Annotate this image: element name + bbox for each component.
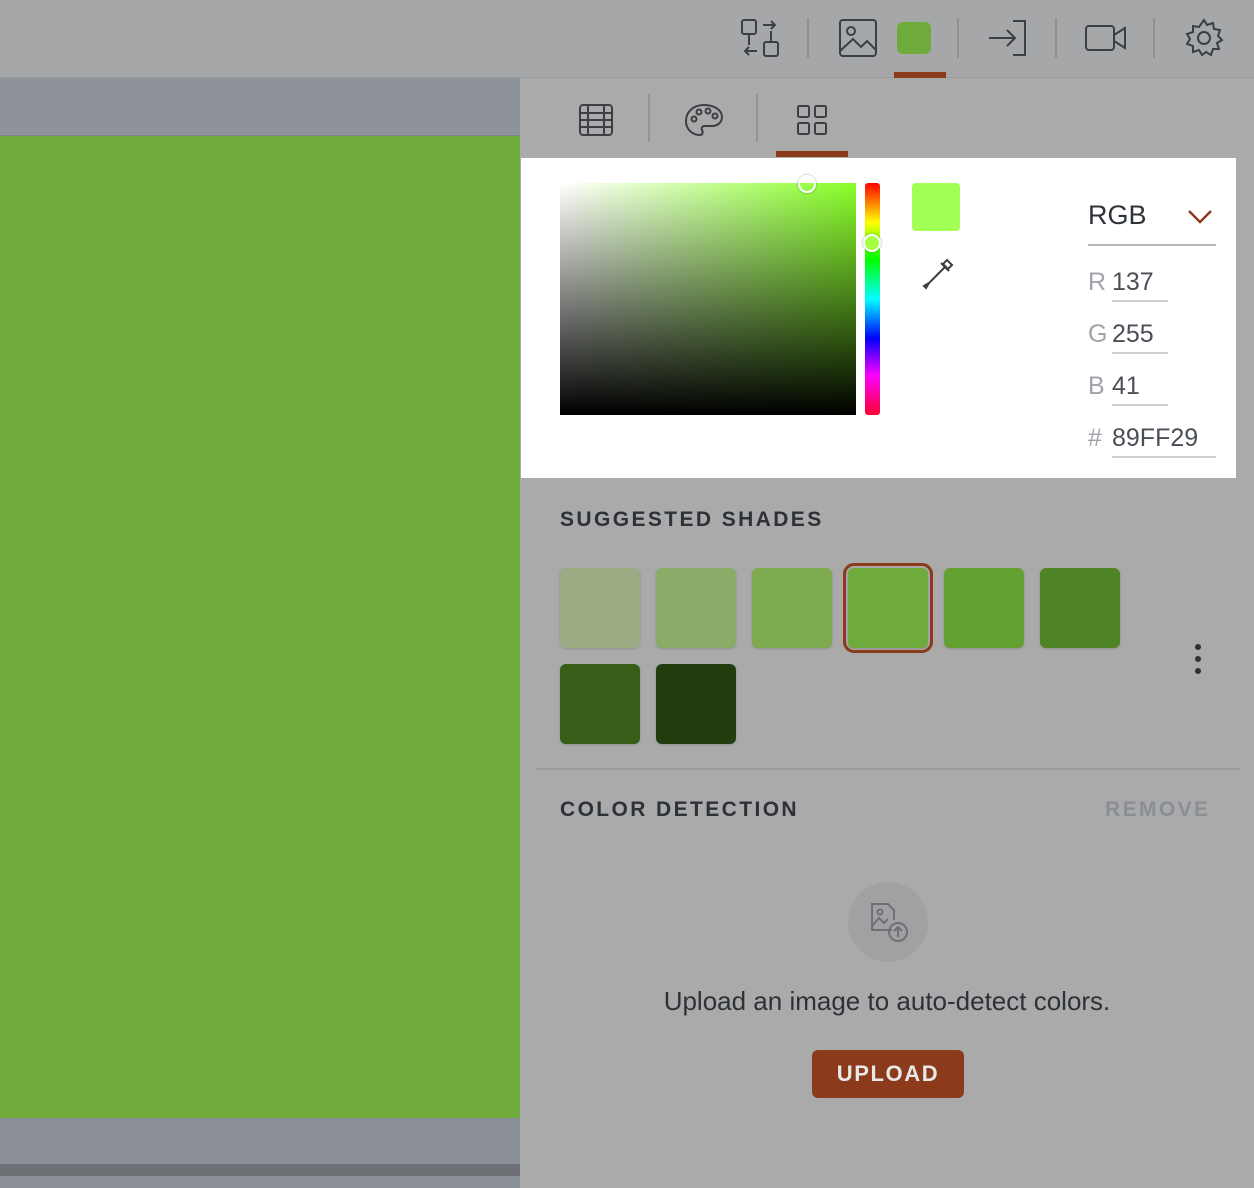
video-icon[interactable] xyxy=(1084,16,1128,60)
upload-button[interactable]: UPLOAD xyxy=(812,1050,964,1098)
blue-label: B xyxy=(1088,372,1105,400)
toolbar-divider xyxy=(1153,18,1155,58)
red-label: R xyxy=(1088,268,1107,296)
canvas-color-fill[interactable] xyxy=(0,136,520,1118)
swap-layout-icon[interactable] xyxy=(738,16,782,60)
hue-slider[interactable] xyxy=(865,183,880,415)
export-icon[interactable] xyxy=(986,16,1030,60)
canvas-area xyxy=(0,78,520,1188)
green-field[interactable]: G 255 xyxy=(1088,314,1216,354)
color-panel: RGB R 137 G 255 B 41 # 89FF29 SUGGESTED … xyxy=(520,78,1254,1188)
shade-swatch[interactable] xyxy=(843,563,933,653)
green-label: G xyxy=(1088,320,1108,348)
gear-icon[interactable] xyxy=(1182,16,1226,60)
dot-icon xyxy=(1195,644,1201,650)
blue-field[interactable]: B 41 xyxy=(1088,366,1216,406)
grid-table-icon xyxy=(579,104,613,136)
active-color-swatch[interactable] xyxy=(897,22,931,54)
color-picker: RGB R 137 G 255 B 41 # 89FF29 xyxy=(521,158,1236,478)
tab-grid[interactable] xyxy=(786,96,838,144)
green-input[interactable]: 255 xyxy=(1112,320,1168,354)
panel-tabs xyxy=(520,78,1254,158)
canvas-header xyxy=(0,78,520,136)
saturation-value-area[interactable] xyxy=(560,183,856,415)
color-mode-label: RGB xyxy=(1088,200,1147,230)
shade-swatch[interactable] xyxy=(656,664,736,744)
chevron-down-icon xyxy=(1188,210,1212,224)
tab-table[interactable] xyxy=(570,96,622,144)
grid-icon xyxy=(797,105,827,135)
section-divider xyxy=(536,768,1240,770)
red-field[interactable]: R 137 xyxy=(1088,262,1216,302)
toolbar-divider xyxy=(1055,18,1057,58)
tab-palette[interactable] xyxy=(678,96,730,144)
canvas-scrollbar[interactable] xyxy=(0,1164,520,1176)
hex-field[interactable]: # 89FF29 xyxy=(1088,418,1216,458)
red-input[interactable]: 137 xyxy=(1112,268,1168,302)
shade-swatch[interactable] xyxy=(1040,568,1120,648)
toolbar-divider xyxy=(957,18,959,58)
more-options-button[interactable] xyxy=(1188,642,1208,676)
dot-icon xyxy=(1195,668,1201,674)
hue-handle[interactable] xyxy=(863,234,881,252)
toolbar-divider xyxy=(807,18,809,58)
upload-message: Upload an image to auto-detect colors. xyxy=(663,986,1111,1016)
suggested-shades-title: SUGGESTED SHADES xyxy=(560,508,824,531)
dot-icon xyxy=(1195,656,1201,662)
tab-divider xyxy=(756,94,758,142)
color-detection-title: COLOR DETECTION xyxy=(560,798,799,821)
shade-swatch[interactable] xyxy=(560,664,640,744)
tab-divider xyxy=(648,94,650,142)
hex-label: # xyxy=(1088,424,1102,452)
color-mode-select[interactable]: RGB xyxy=(1088,188,1216,246)
active-tab-indicator xyxy=(776,151,848,157)
blue-input[interactable]: 41 xyxy=(1112,372,1168,406)
upload-image-icon xyxy=(848,882,928,962)
shade-swatch[interactable] xyxy=(656,568,736,648)
eyedropper-icon[interactable] xyxy=(920,256,956,292)
shade-swatch[interactable] xyxy=(560,568,640,648)
color-preview xyxy=(912,183,960,231)
saturation-handle[interactable] xyxy=(798,175,816,193)
palette-icon xyxy=(684,103,724,137)
top-toolbar xyxy=(0,0,1254,78)
shade-swatch[interactable] xyxy=(752,568,832,648)
remove-button[interactable]: REMOVE xyxy=(1105,798,1210,822)
hex-input[interactable]: 89FF29 xyxy=(1112,424,1216,458)
image-icon[interactable] xyxy=(836,16,880,60)
shade-swatch[interactable] xyxy=(944,568,1024,648)
